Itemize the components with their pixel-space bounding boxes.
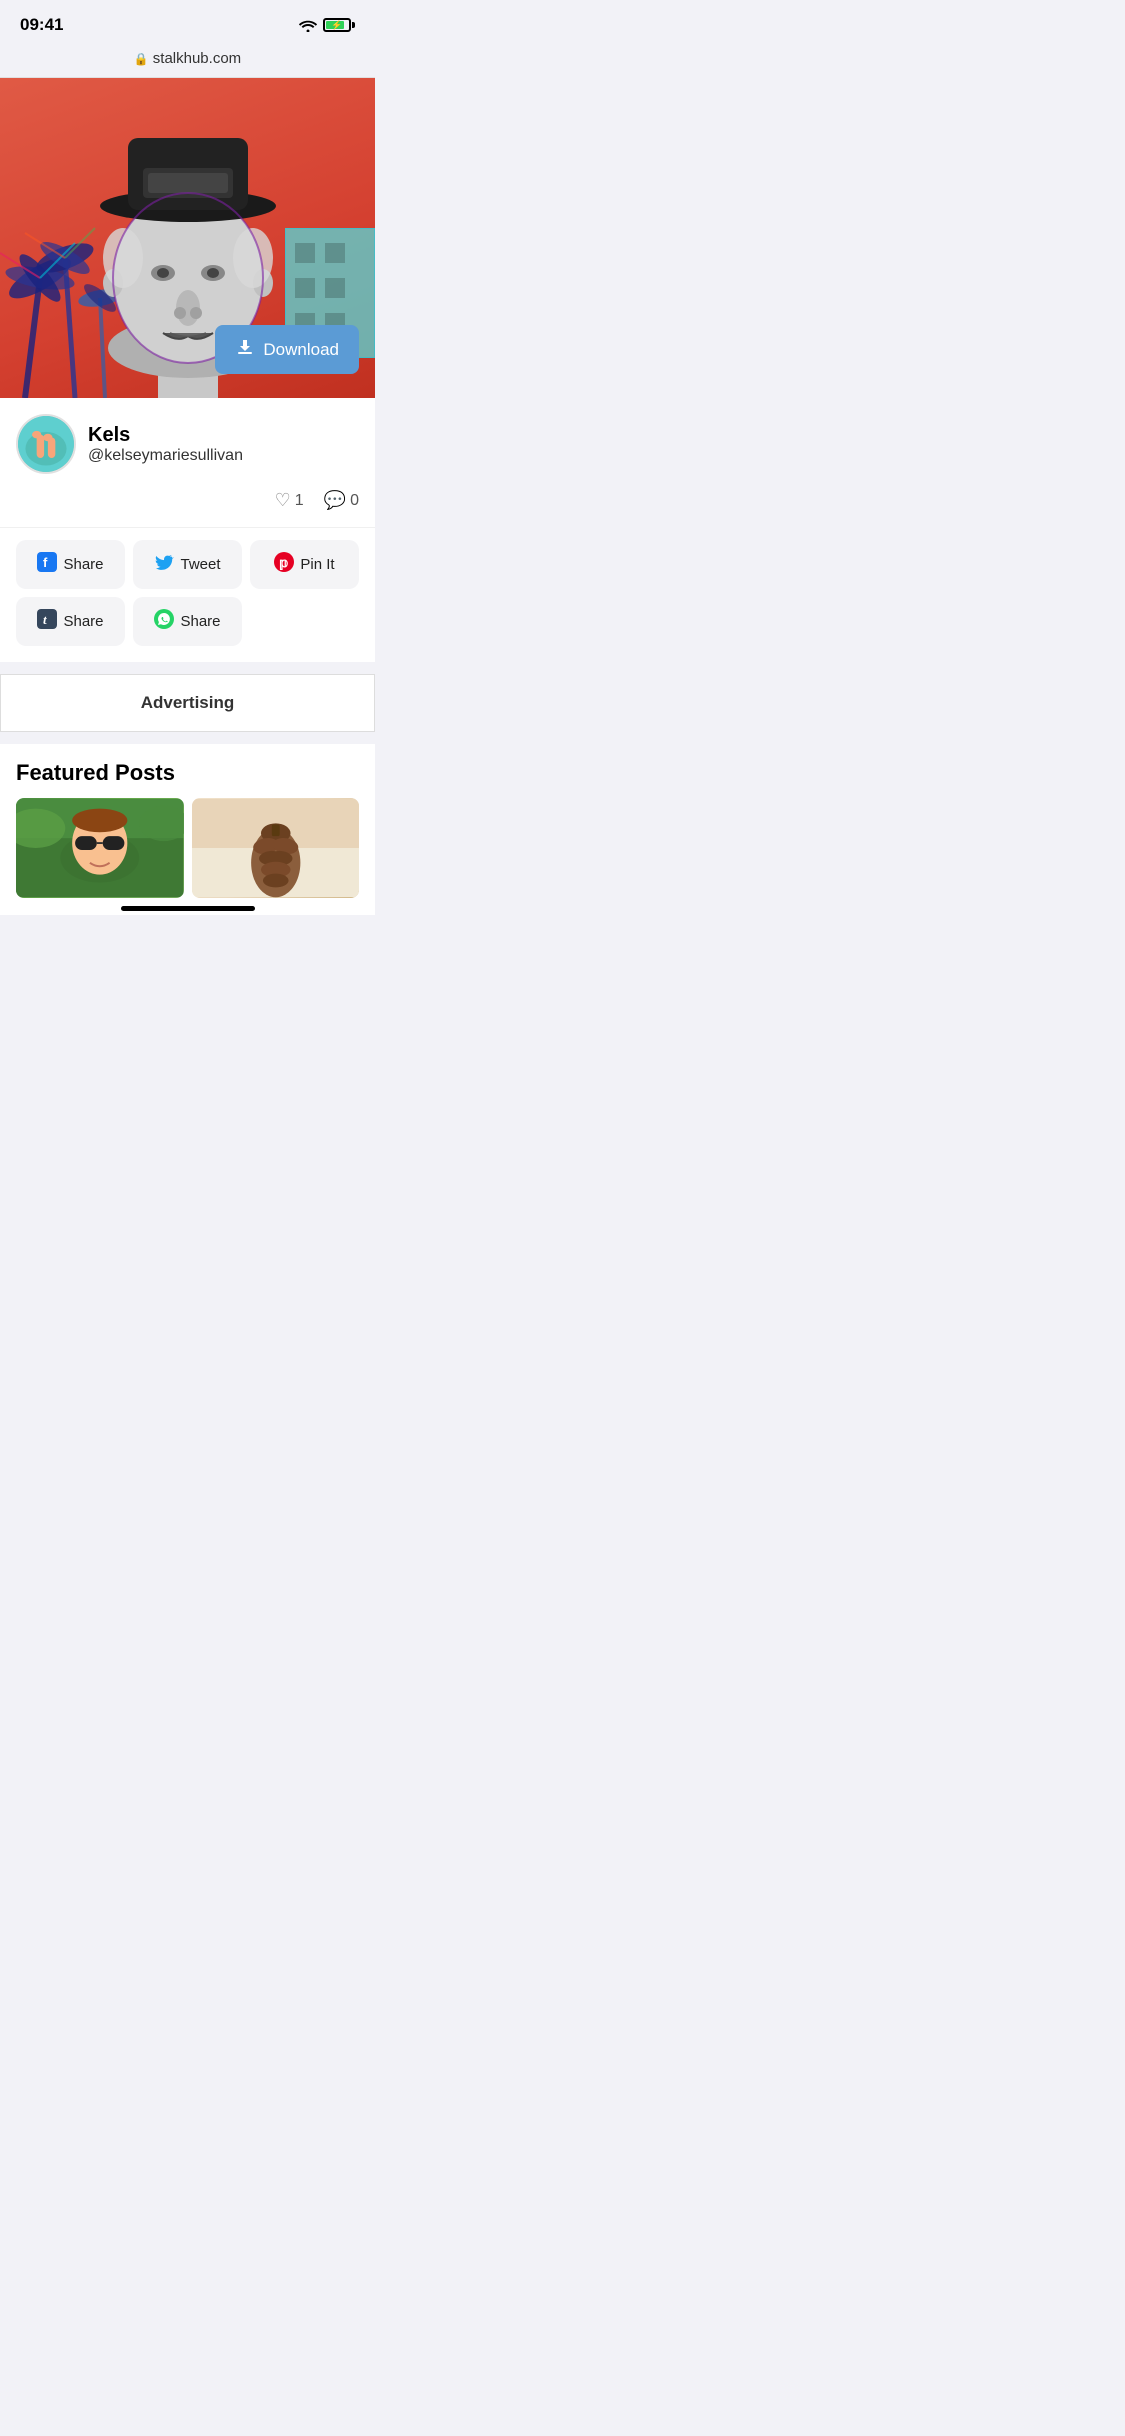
whatsapp-share-button[interactable]: Share — [133, 597, 242, 646]
battery-icon: ⚡ — [323, 18, 355, 32]
facebook-share-label: Share — [63, 556, 103, 573]
status-icons: ⚡ — [299, 18, 355, 32]
pinterest-share-button[interactable]: 𝕡 Pin It — [250, 540, 359, 589]
likes-stat[interactable]: ♡ 1 — [275, 490, 304, 511]
wifi-icon — [299, 19, 317, 32]
profile-info: Kels @kelseymariesullivan — [88, 424, 359, 465]
url-bar[interactable]: 🔒 stalkhub.com — [0, 44, 375, 78]
twitter-share-label: Tweet — [180, 556, 220, 573]
download-icon — [235, 337, 255, 362]
whatsapp-share-label: Share — [180, 613, 220, 630]
featured-posts-grid — [16, 798, 359, 898]
profile-handle: @kelseymariesullivan — [88, 447, 359, 465]
share-section: f Share Tweet 𝕡 Pin It — [0, 527, 375, 662]
pinterest-icon: 𝕡 — [274, 552, 294, 577]
url-text: 🔒 stalkhub.com — [134, 50, 241, 67]
svg-text:f: f — [43, 555, 48, 570]
url-domain: stalkhub.com — [153, 50, 241, 67]
tumblr-share-button[interactable]: t Share — [16, 597, 125, 646]
likes-count: 1 — [295, 492, 304, 510]
advertising-section: Advertising — [0, 674, 375, 732]
share-grid-row2: t Share Share — [16, 597, 359, 646]
lock-icon: 🔒 — [134, 52, 149, 66]
featured-posts-title: Featured Posts — [16, 760, 359, 786]
svg-text:𝕡: 𝕡 — [280, 555, 289, 570]
download-button[interactable]: Download — [215, 325, 359, 374]
svg-text:t: t — [43, 612, 47, 627]
tumblr-icon: t — [37, 609, 57, 634]
featured-post-2[interactable] — [192, 798, 360, 898]
facebook-icon: f — [37, 552, 57, 577]
profile-name: Kels — [88, 424, 359, 447]
heart-icon: ♡ — [275, 490, 291, 511]
status-time: 09:41 — [20, 15, 63, 35]
home-indicator — [0, 898, 375, 915]
twitter-share-button[interactable]: Tweet — [133, 540, 242, 589]
avatar-image — [18, 416, 74, 472]
pinterest-share-label: Pin It — [300, 556, 334, 573]
stats-row: ♡ 1 💬 0 — [0, 482, 375, 527]
avatar — [16, 414, 76, 474]
status-bar: 09:41 ⚡ — [0, 0, 375, 44]
twitter-icon — [154, 552, 174, 577]
whatsapp-icon — [154, 609, 174, 634]
facebook-share-button[interactable]: f Share — [16, 540, 125, 589]
tumblr-share-label: Share — [63, 613, 103, 630]
download-button-label: Download — [263, 340, 339, 360]
featured-posts-section: Featured Posts — [0, 744, 375, 898]
comments-stat[interactable]: 💬 0 — [324, 490, 359, 511]
hero-image: Download — [0, 78, 375, 398]
advertising-label: Advertising — [141, 693, 235, 712]
comment-icon: 💬 — [324, 490, 346, 511]
featured-post-1[interactable] — [16, 798, 184, 898]
share-grid-row1: f Share Tweet 𝕡 Pin It — [16, 540, 359, 589]
comments-count: 0 — [350, 492, 359, 510]
home-bar — [121, 906, 255, 911]
profile-section: Kels @kelseymariesullivan — [0, 398, 375, 482]
